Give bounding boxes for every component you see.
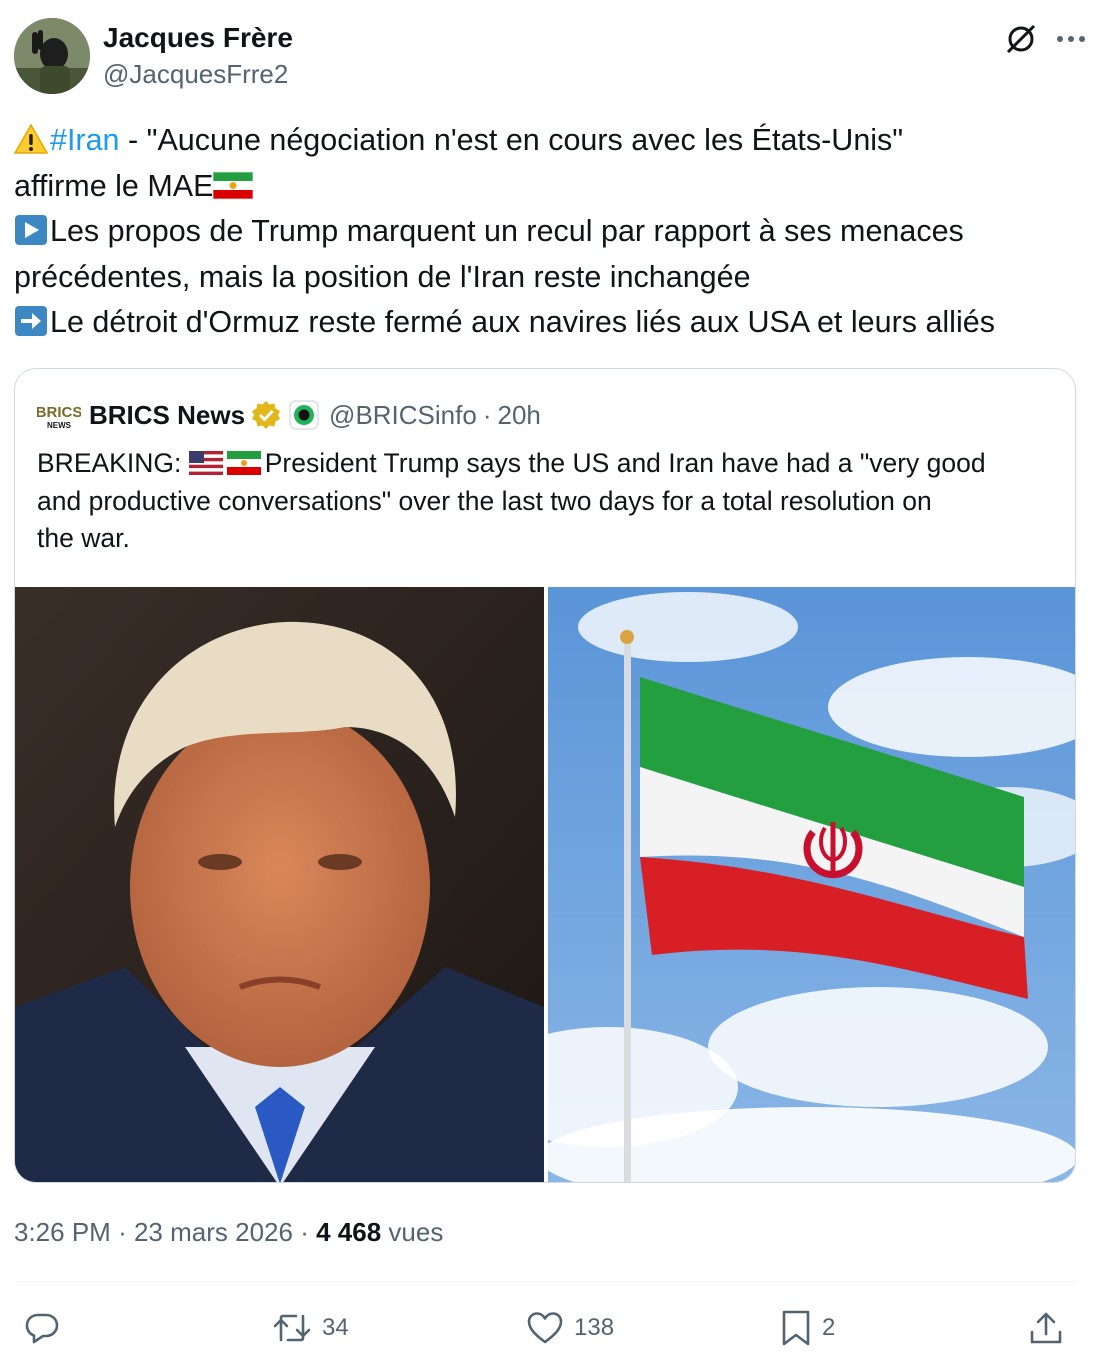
right-arrow-icon [15,306,47,336]
iran-lion-sun-flag-icon [213,171,254,199]
tweet-line-5: Le détroit d'Ormuz reste fermé aux navir… [14,300,1086,346]
like-count: 138 [574,1314,615,1341]
tweet-line-text: - "Aucune négociation n'est en cours ave… [119,123,904,157]
retweet-button[interactable]: 34 [272,1302,349,1354]
quoted-line-1: BREAKING: President Trump says the US an… [37,445,1057,483]
retweet-icon [273,1314,311,1342]
hashtag-iran[interactable]: #Iran [50,123,120,157]
warning-icon [14,124,48,154]
quoted-text-part: President Trump says the US and Iran hav… [264,448,986,478]
separator: · [300,1217,309,1247]
quoted-tweet[interactable]: BRICS NEWS BRICS News @BRICSinfo · 20h B… [14,368,1076,1183]
logo-text-bottom: NEWS [47,421,72,430]
separator: · [482,399,492,430]
tweet-line-text: Le détroit d'Ormuz reste fermé aux navir… [50,305,995,339]
heart-icon [527,1312,563,1344]
quoted-line-3: the war. [37,523,130,553]
grok-icon[interactable] [1004,22,1038,56]
quoted-time[interactable]: 20h [498,400,541,431]
like-button[interactable]: 138 [526,1302,614,1354]
quoted-display-name[interactable]: BRICS News [89,400,245,431]
separator: · [118,1217,127,1247]
media-grid [15,587,1075,1182]
media-photo-iran-flag[interactable] [548,587,1075,1182]
views-label: vues [388,1217,444,1247]
reply-button[interactable] [24,1302,70,1354]
us-flag-icon [188,451,223,475]
bookmark-button[interactable]: 2 [780,1302,835,1354]
tweet-meta: 3:26 PM · 23 mars 2026 · 4 468 vues [14,1212,443,1252]
logo-text-top: BRICS [37,404,81,421]
views-count[interactable]: 4 468 [316,1217,381,1247]
tweet-line-text: précédentes, mais la position de l'Iran … [14,259,751,294]
bookmark-count: 2 [822,1314,836,1341]
quoted-tweet-header: BRICS NEWS BRICS News @BRICSinfo · 20h [37,397,541,433]
author-display-name[interactable]: Jacques Frère [103,20,293,56]
bookmark-icon [782,1310,810,1346]
quoted-handle[interactable]: @BRICSinfo [329,400,477,431]
reply-icon [25,1313,59,1344]
tweet-line-2: affirme le MAE [14,164,1086,210]
retweet-count: 34 [322,1314,349,1341]
action-bar: 34 138 2 [14,1302,1076,1354]
play-button-icon [15,215,47,245]
tweet-date[interactable]: 23 mars 2026 [134,1217,293,1247]
tweet-line-3: Les propos de Trump marquent un recul pa… [14,209,1086,255]
more-options-icon[interactable] [1056,34,1086,44]
avatar[interactable] [14,18,90,94]
tweet-line-text: Les propos de Trump marquent un recul pa… [50,214,964,248]
tweet-time[interactable]: 3:26 PM [14,1217,111,1247]
quoted-line-2: and productive conversations" over the l… [37,485,932,516]
tweet-line-1: #Iran - "Aucune négociation n'est en cou… [14,118,1086,164]
breaking-label: BREAKING: [37,448,182,478]
affiliate-badge-icon[interactable] [289,400,319,430]
media-photo-trump[interactable] [15,587,544,1182]
quoted-tweet-text: BREAKING: President Trump says the US an… [37,445,1057,558]
brics-news-logo[interactable]: BRICS NEWS [37,400,81,430]
verified-badge-icon [252,401,281,429]
tweet-header: Jacques Frère @JacquesFrre2 [14,16,1086,98]
share-icon [1030,1312,1062,1344]
tweet-text: #Iran - "Aucune négociation n'est en cou… [14,118,1086,346]
author-handle[interactable]: @JacquesFrre2 [103,56,293,92]
iran-lion-sun-flag-icon [226,451,261,475]
tweet-line-4: précédentes, mais la position de l'Iran … [14,255,1086,301]
divider [14,1281,1076,1282]
tweet-line-text: affirme le MAE [14,168,214,203]
share-button[interactable] [1028,1302,1064,1354]
